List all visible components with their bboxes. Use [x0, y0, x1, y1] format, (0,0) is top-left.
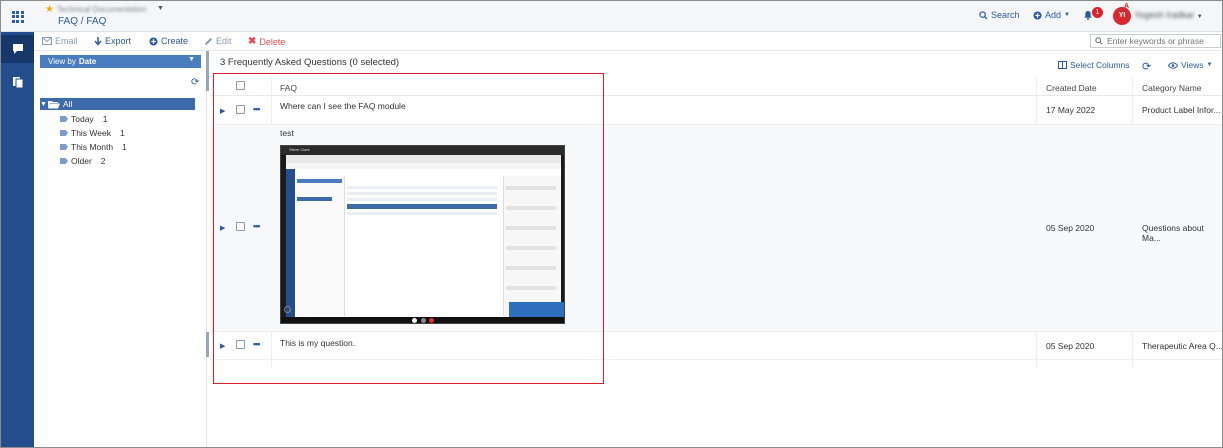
workspace-name[interactable]: Technical Documentation [57, 5, 146, 14]
rail-item-chat[interactable] [1, 35, 34, 63]
tree-item-this-month[interactable]: This Month 1 [60, 142, 127, 152]
edit-label: Edit [216, 36, 232, 46]
category-cell: Therapeutic Area Q... [1142, 341, 1223, 351]
category-cell: Product Label Infor... [1142, 105, 1221, 115]
tree-item-label: This Week [71, 128, 111, 138]
refresh-icon[interactable]: ⟳ [191, 77, 199, 88]
keyword-search-input[interactable] [1107, 36, 1217, 46]
panel-splitter-handle[interactable] [206, 51, 209, 91]
email-label: Email [55, 36, 78, 46]
created-date-cell: 05 Sep 2020 [1046, 341, 1095, 351]
chat-bubble-icon [12, 44, 23, 54]
grid-title: 3 Frequently Asked Questions (0 selected… [220, 57, 400, 68]
create-label: Create [161, 36, 189, 46]
documents-icon [12, 77, 23, 89]
star-icon[interactable]: ★ [45, 4, 54, 15]
caret-down-icon: ▼ [40, 100, 47, 108]
export-label: Export [105, 36, 132, 46]
left-rail [1, 32, 34, 447]
tag-icon [60, 116, 68, 122]
export-button[interactable]: Export [94, 36, 131, 46]
top-bar: ★ Technical Documentation ▼ FAQ / FAQ Se… [1, 1, 1222, 32]
avatar-status-mark: A [1124, 3, 1130, 10]
user-menu[interactable]: Yogesh Iradkar ▼ [1134, 10, 1203, 20]
view-by-dropdown[interactable]: View by Date ▼ [40, 55, 201, 68]
chevron-down-icon: ▼ [1064, 12, 1070, 18]
tag-icon [60, 158, 68, 164]
delete-label: Delete [259, 36, 286, 47]
user-name: Yogesh Iradkar [1134, 10, 1195, 20]
app-window: ★ Technical Documentation ▼ FAQ / FAQ Se… [0, 0, 1223, 448]
tree-root-label: All [62, 99, 73, 109]
tree-item-count: 1 [120, 128, 125, 138]
refresh-icon[interactable]: ⟳ [1142, 60, 1151, 73]
panel-splitter-handle[interactable] [206, 332, 209, 357]
views-button[interactable]: Views ▼ [1168, 60, 1212, 70]
tree-item-label: This Month [71, 142, 114, 152]
breadcrumb: FAQ / FAQ [58, 16, 107, 27]
rail-item-documents[interactable] [1, 68, 34, 96]
columns-icon [1058, 61, 1067, 69]
app-launcher-button[interactable] [1, 1, 34, 32]
delete-button[interactable]: ✖ Delete [248, 36, 285, 47]
column-header-created-date[interactable]: Created Date [1046, 83, 1097, 93]
plus-circle-icon [149, 36, 158, 46]
notification-badge: 1 [1092, 7, 1103, 18]
tree-item-count: 2 [100, 156, 106, 166]
tree-item-this-week[interactable]: This Week 1 [60, 128, 125, 138]
search-icon [1095, 37, 1103, 45]
tree-item-older[interactable]: Older 2 [60, 156, 106, 166]
chevron-down-icon[interactable]: ▼ [157, 5, 164, 12]
action-toolbar: Email Export Create Edit ✖ Delete [34, 32, 1222, 51]
download-arrow-icon [94, 36, 102, 46]
search-icon [979, 10, 988, 20]
tree-item-all[interactable]: ▼ All [40, 98, 195, 110]
view-by-prefix: View by [48, 57, 76, 66]
search-button[interactable]: Search [979, 10, 1020, 20]
column-header-category-name[interactable]: Category Name [1142, 83, 1202, 93]
tree-item-label: Older [71, 156, 92, 166]
chevron-down-icon: ▼ [1206, 62, 1213, 68]
plus-circle-icon [1033, 10, 1042, 20]
eye-icon [1168, 61, 1178, 69]
category-cell: Questions about Ma... [1142, 223, 1204, 243]
tag-icon [60, 130, 68, 136]
select-columns-button[interactable]: Select Columns [1058, 60, 1130, 70]
highlight-box [213, 73, 604, 384]
tag-icon [60, 144, 68, 150]
add-label: Add [1045, 10, 1062, 20]
chevron-down-icon: ▼ [1196, 14, 1203, 20]
tree-item-count: 1 [122, 142, 127, 152]
keyword-search[interactable] [1090, 34, 1221, 48]
create-button[interactable]: Create [149, 36, 188, 46]
close-icon: ✖ [248, 36, 257, 47]
select-columns-label: Select Columns [1070, 60, 1130, 70]
tree-item-today[interactable]: Today 1 [60, 114, 107, 124]
search-label: Search [991, 10, 1020, 20]
folder-open-icon [47, 100, 60, 108]
created-date-cell: 17 May 2022 [1046, 105, 1096, 115]
tree-item-count: 1 [102, 114, 108, 124]
views-label: Views [1181, 60, 1204, 70]
view-by-value: Date [78, 57, 97, 66]
chevron-down-icon: ▼ [188, 56, 195, 63]
created-date-cell: 05 Sep 2020 [1046, 223, 1095, 233]
tree-item-label: Today [71, 114, 94, 124]
add-button[interactable]: Add ▼ [1033, 10, 1070, 20]
filter-panel: View by Date ▼ ⟳ ▼ All Today 1 This Week… [34, 51, 207, 447]
envelope-icon [42, 37, 52, 45]
pencil-icon [205, 37, 212, 45]
edit-button[interactable]: Edit [204, 36, 232, 46]
grid-icon [11, 10, 24, 23]
email-button[interactable]: Email [42, 36, 78, 46]
